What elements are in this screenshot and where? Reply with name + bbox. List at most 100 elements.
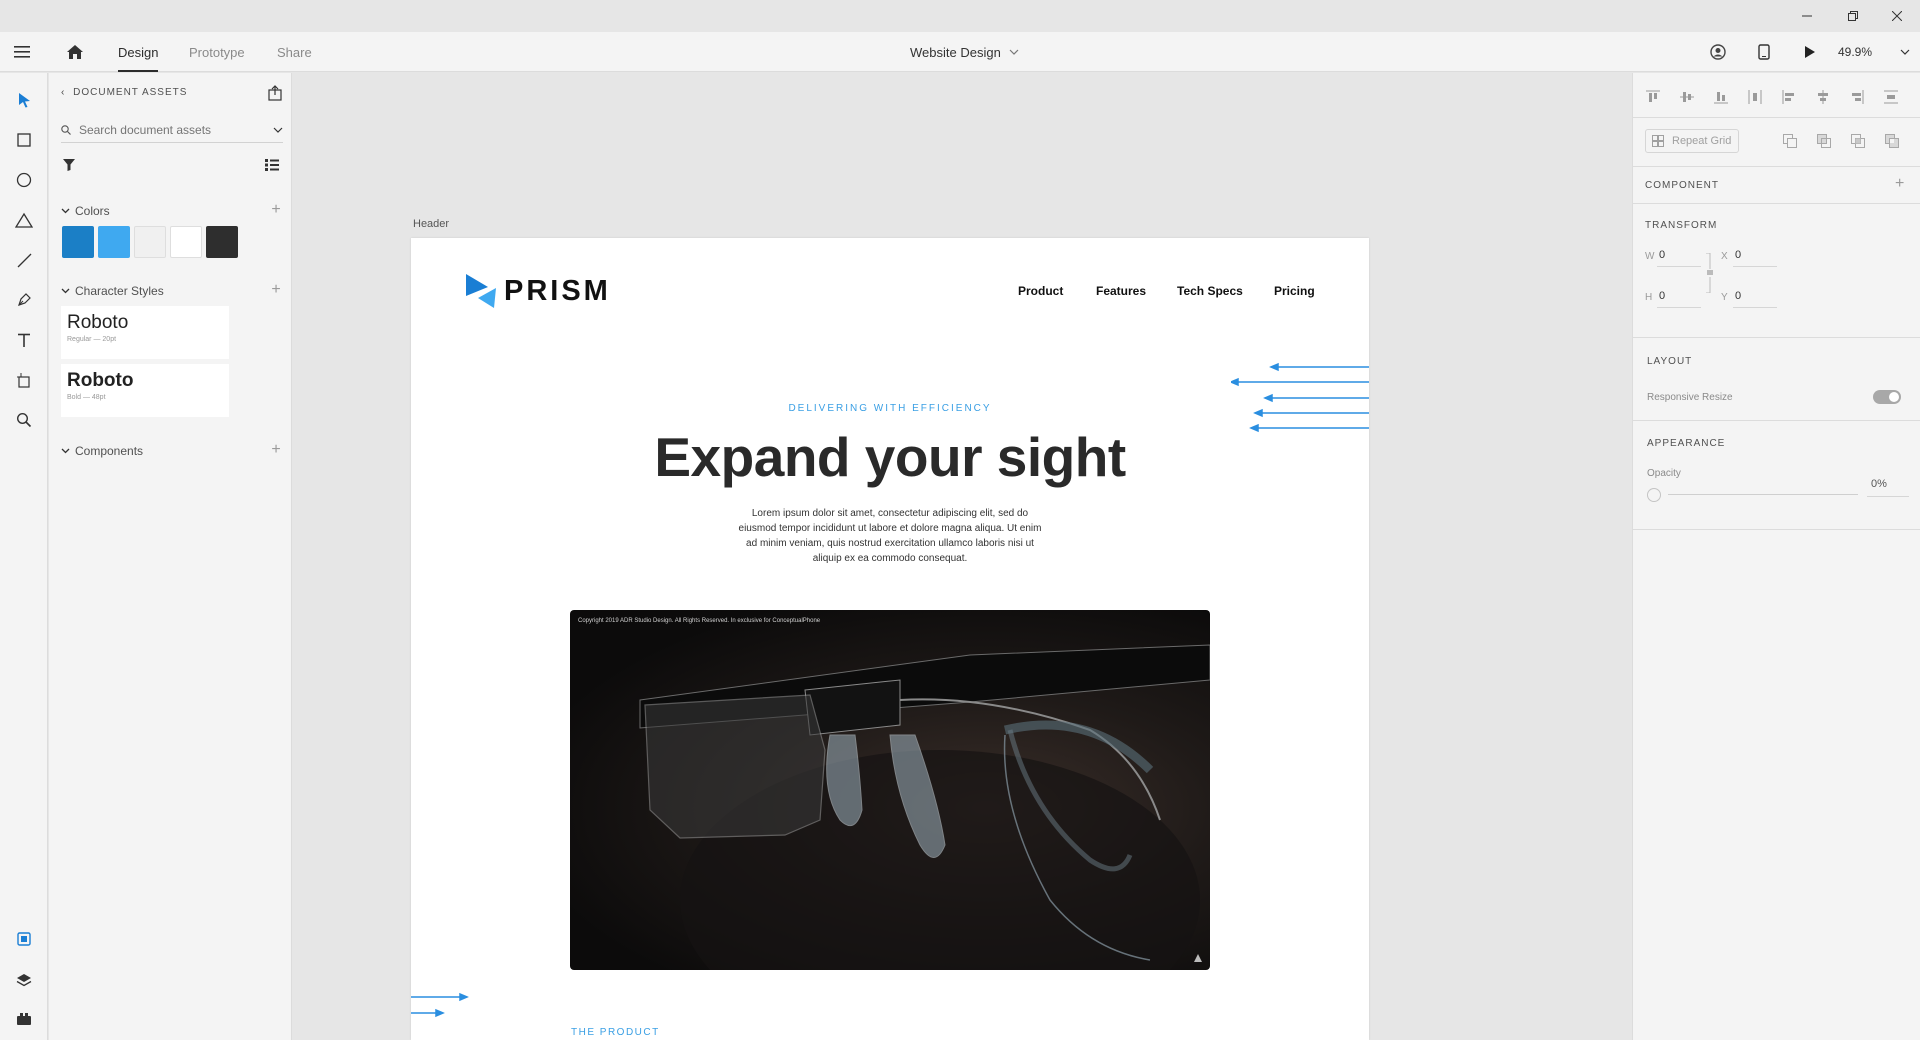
home-button[interactable] <box>66 32 84 72</box>
align-left-button[interactable] <box>1779 87 1799 107</box>
align-middle-button[interactable] <box>1677 87 1697 107</box>
export-assets-button[interactable] <box>267 85 283 104</box>
user-account-button[interactable] <box>1710 32 1726 72</box>
align-middle-icon <box>1680 92 1694 102</box>
align-right-button[interactable] <box>1847 87 1867 107</box>
play-preview-button[interactable] <box>1804 32 1816 72</box>
color-swatch[interactable] <box>62 226 94 258</box>
hero-body[interactable]: Lorem ipsum dolor sit amet, consectetur … <box>735 506 1045 566</box>
magnifier-icon <box>16 412 32 428</box>
distribute-vertical-button[interactable] <box>1881 87 1901 107</box>
color-swatch[interactable] <box>170 226 202 258</box>
close-window-button[interactable] <box>1874 0 1920 32</box>
ellipse-tool[interactable] <box>10 166 38 194</box>
filter-icon <box>63 159 75 171</box>
lock-aspect-icon[interactable] <box>1705 253 1713 293</box>
nav-link-pricing[interactable]: Pricing <box>1274 284 1315 298</box>
polygon-tool[interactable] <box>10 206 38 234</box>
hamburger-menu-button[interactable] <box>14 32 32 72</box>
tab-share[interactable]: Share <box>277 32 312 72</box>
tab-prototype[interactable]: Prototype <box>189 32 245 72</box>
assets-icon <box>17 932 31 946</box>
product-section-eyebrow[interactable]: THE PRODUCT <box>571 1027 660 1038</box>
watermark-icon <box>1194 954 1202 962</box>
layers-panel-button[interactable] <box>10 966 38 994</box>
align-center-button[interactable] <box>1813 87 1833 107</box>
width-field[interactable]: 0 <box>1659 249 1665 261</box>
assets-header[interactable]: ‹ DOCUMENT ASSETS <box>61 87 187 98</box>
add-component-button[interactable]: + <box>269 442 283 458</box>
add-component-button[interactable]: + <box>1895 175 1904 193</box>
color-swatch[interactable] <box>134 226 166 258</box>
prism-logo[interactable]: PRISM <box>466 274 611 308</box>
artboard-tool[interactable] <box>10 366 38 394</box>
boolean-exclude-button[interactable] <box>1885 134 1899 151</box>
opacity-slider-handle[interactable] <box>1647 488 1661 502</box>
repeat-grid-button[interactable]: Repeat Grid <box>1645 129 1739 153</box>
divider <box>1633 203 1920 204</box>
align-bottom-button[interactable] <box>1711 87 1731 107</box>
colors-section-toggle[interactable]: Colors <box>61 204 110 218</box>
select-tool[interactable] <box>10 86 38 114</box>
color-swatch[interactable] <box>98 226 130 258</box>
artboard-label[interactable]: Header <box>413 218 449 230</box>
character-style-item[interactable]: Roboto Bold — 48pt <box>61 364 229 417</box>
prototype-link-arrows[interactable] <box>411 991 471 1021</box>
divider <box>1633 420 1920 421</box>
components-section-toggle[interactable]: Components <box>61 444 143 458</box>
opacity-slider-track[interactable] <box>1668 494 1858 495</box>
minimize-button[interactable] <box>1784 0 1830 32</box>
assets-panel-button[interactable] <box>10 925 38 953</box>
design-canvas[interactable]: Header PRISM Product Features Tech Specs… <box>293 73 1631 1040</box>
add-character-style-button[interactable]: + <box>269 282 283 298</box>
hero-title[interactable]: Expand your sight <box>411 425 1369 489</box>
x-field[interactable]: 0 <box>1735 249 1741 261</box>
boolean-intersect-icon <box>1851 134 1865 148</box>
list-view-button[interactable] <box>265 158 279 175</box>
nav-link-features[interactable]: Features <box>1096 284 1146 298</box>
zoom-tool[interactable] <box>10 406 38 434</box>
artboard-header[interactable]: PRISM Product Features Tech Specs Pricin… <box>411 238 1369 1040</box>
search-input[interactable] <box>78 122 254 137</box>
height-field-underline <box>1657 307 1701 308</box>
opacity-value[interactable]: 0% <box>1871 478 1887 490</box>
character-style-name: Roboto <box>67 370 134 391</box>
boolean-exclude-icon <box>1885 134 1899 148</box>
boolean-intersect-button[interactable] <box>1851 134 1865 151</box>
y-label: Y <box>1721 292 1728 303</box>
distribute-horizontal-button[interactable] <box>1745 87 1765 107</box>
nav-link-product[interactable]: Product <box>1018 284 1063 298</box>
height-field[interactable]: 0 <box>1659 290 1665 302</box>
tab-design[interactable]: Design <box>118 32 159 72</box>
text-tool[interactable] <box>10 326 38 354</box>
device-preview-button[interactable] <box>1758 32 1770 72</box>
asset-search[interactable] <box>61 117 283 143</box>
opacity-label: Opacity <box>1647 468 1681 479</box>
divider <box>1633 337 1920 338</box>
home-icon <box>67 45 83 59</box>
chevron-down-icon <box>273 127 283 133</box>
rectangle-tool[interactable] <box>10 126 38 154</box>
character-styles-section-toggle[interactable]: Character Styles <box>61 284 164 298</box>
plugins-panel-button[interactable] <box>10 1005 38 1033</box>
responsive-resize-toggle[interactable] <box>1873 390 1901 404</box>
pen-tool[interactable] <box>10 286 38 314</box>
boolean-add-button[interactable] <box>1783 134 1797 151</box>
y-field[interactable]: 0 <box>1735 290 1741 302</box>
nav-link-tech-specs[interactable]: Tech Specs <box>1177 284 1243 298</box>
color-swatch[interactable] <box>206 226 238 258</box>
document-title-dropdown[interactable]: Website Design <box>910 32 1019 72</box>
hero-product-image[interactable]: Copyright 2019 ADR Studio Design. All Ri… <box>570 610 1210 970</box>
chevron-down-icon <box>1009 49 1019 55</box>
restore-button[interactable] <box>1830 0 1876 32</box>
line-tool[interactable] <box>10 246 38 274</box>
boolean-subtract-button[interactable] <box>1817 134 1831 151</box>
add-color-button[interactable]: + <box>269 202 283 218</box>
character-style-item[interactable]: Roboto Regular — 20pt <box>61 306 229 359</box>
triangle-icon <box>15 212 33 228</box>
align-top-button[interactable] <box>1643 87 1663 107</box>
hero-eyebrow[interactable]: DELIVERING WITH EFFICIENCY <box>411 403 1369 414</box>
zoom-dropdown[interactable]: 49.9% <box>1838 32 1910 72</box>
filter-button[interactable] <box>63 159 75 174</box>
chevron-down-icon <box>61 448 70 454</box>
